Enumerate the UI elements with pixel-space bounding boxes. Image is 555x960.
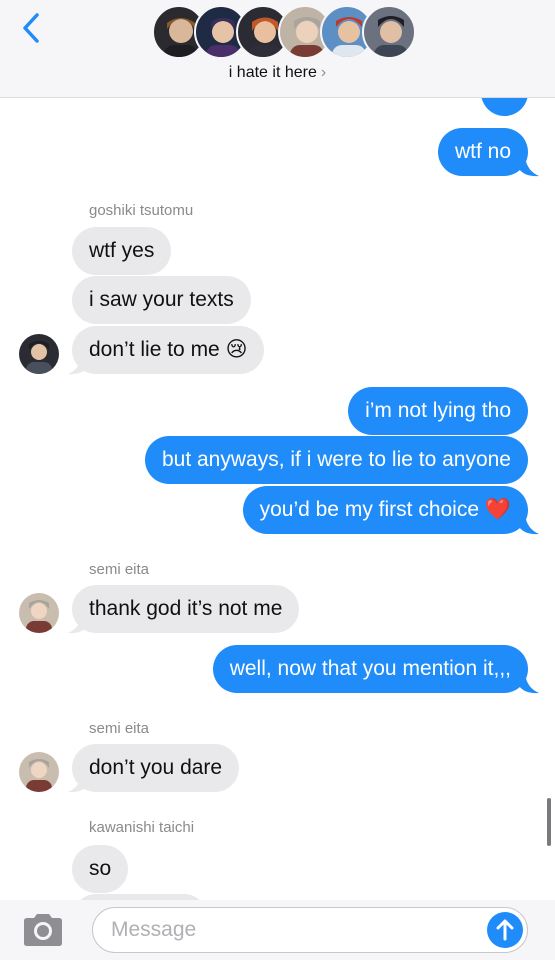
contact-avatar[interactable] — [19, 593, 59, 633]
message-text: so — [89, 857, 112, 880]
contact-avatar[interactable] — [19, 334, 59, 374]
sender-name: goshiki tsutomu — [89, 202, 194, 219]
message-bubble-incoming[interactable]: i saw your texts — [72, 276, 251, 324]
message-bubble-outgoing[interactable]: but anyways, if i were to lie to anyone — [144, 436, 528, 484]
message-text: well, now that you mention it,,, — [229, 657, 511, 680]
bubble-tail-icon — [68, 773, 88, 793]
group-avatars[interactable] — [152, 5, 416, 61]
message-bubble-outgoing[interactable]: you’d be my first choice ❤️ — [242, 486, 528, 534]
message-text: I- — [498, 98, 511, 103]
message-text: don’t lie to me 😢 — [89, 338, 248, 361]
send-arrow-icon[interactable] — [487, 912, 523, 948]
message-input[interactable] — [92, 907, 528, 953]
bubble-tail-icon — [68, 614, 88, 634]
message-text: thank god it’s not me — [89, 597, 283, 620]
group-name-label: i hate it here — [228, 64, 317, 81]
message-text: don’t you dare — [89, 756, 223, 779]
avatar-icon — [362, 5, 416, 59]
message-bubble-outgoing[interactable]: wtf no — [437, 128, 528, 176]
message-text: i saw your texts — [89, 288, 234, 311]
composer-bar — [0, 900, 555, 960]
bubble-tail-icon — [519, 674, 539, 694]
message-thread[interactable]: I- wtf no goshiki tsutomu wtf yes i saw … — [0, 98, 555, 900]
contact-avatar[interactable] — [19, 752, 59, 792]
back-chevron-icon[interactable] — [18, 10, 46, 46]
bubble-tail-icon — [68, 355, 88, 375]
message-bubble-outgoing[interactable]: i’m not lying tho — [348, 387, 528, 435]
message-text: wtf yes — [89, 239, 155, 262]
message-text: but anyways, if i were to lie to anyone — [161, 448, 511, 471]
message-text: i’m not lying tho — [365, 399, 511, 422]
camera-icon[interactable] — [20, 912, 66, 948]
message-bubble-incoming[interactable]: so — [72, 845, 129, 893]
message-bubble-incoming[interactable]: don’t you dare — [72, 744, 240, 792]
bubble-tail-icon — [519, 157, 539, 177]
message-bubble-incoming[interactable]: wtf yes — [72, 227, 172, 275]
message-bubble-outgoing[interactable]: I- — [481, 98, 528, 116]
message-text: you’d be my first choice ❤️ — [259, 498, 511, 521]
bubble-tail-icon — [519, 515, 539, 535]
sender-name: kawanishi taichi — [89, 819, 195, 836]
sender-name: semi eita — [89, 720, 150, 737]
message-text: wtf no — [454, 140, 511, 163]
message-bubble-incoming[interactable]: thank god it’s not me — [72, 585, 300, 633]
message-bubble-incoming[interactable]: don’t lie to me 😢 — [72, 326, 265, 374]
message-bubble-outgoing[interactable]: well, now that you mention it,,, — [212, 645, 528, 693]
scrollbar[interactable] — [547, 798, 551, 846]
conversation-header: i hate it here › — [0, 0, 555, 98]
sender-name: semi eita — [89, 561, 150, 578]
chevron-right-icon: › — [320, 64, 327, 81]
group-name-button[interactable]: i hate it here › — [0, 64, 555, 82]
